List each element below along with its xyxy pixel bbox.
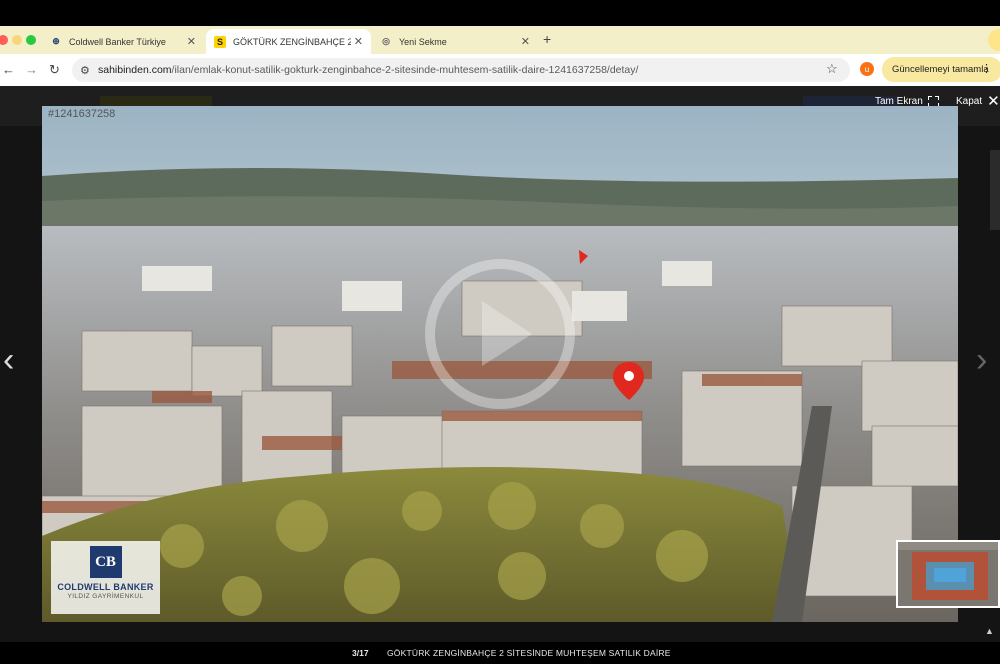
new-tab-plus-icon[interactable]: +	[543, 31, 551, 47]
close-tab-icon[interactable]: ✕	[187, 35, 196, 48]
tab-title: Yeni Sekme	[399, 36, 447, 47]
previous-photo-arrow-icon[interactable]: ‹	[3, 343, 14, 377]
tab-title: Coldwell Banker Türkiye	[69, 36, 166, 47]
photo-counter: 3/17	[352, 648, 369, 658]
close-tab-icon[interactable]: ✕	[354, 35, 363, 48]
back-icon[interactable]: ←	[2, 62, 15, 77]
forward-icon[interactable]: →	[25, 62, 38, 77]
tab-gokturk-listing[interactable]: S GÖKTÜRK ZENGİNBAHÇE 2 S ✕	[206, 29, 371, 54]
brand-name: COLDWELL BANKER	[57, 582, 154, 592]
site-info-icon[interactable]: ⚙	[80, 64, 90, 77]
tab-coldwell-banker[interactable]: ⊕ Coldwell Banker Türkiye ✕	[42, 29, 204, 54]
tab-bar: ⊕ Coldwell Banker Türkiye ✕ S GÖKTÜRK ZE…	[0, 26, 1000, 54]
chrome-icon: ◎	[382, 36, 390, 46]
listing-id: #1241637258	[48, 108, 116, 120]
minimize-window-icon[interactable]	[12, 35, 22, 45]
window-top-strip	[0, 0, 1000, 26]
listing-photo	[42, 106, 958, 622]
maximize-window-icon[interactable]	[26, 35, 36, 45]
update-button[interactable]: Güncellemeyi tamamla ⋮	[882, 57, 1000, 82]
brand-subtitle: YILDIZ GAYRİMENKUL	[67, 593, 144, 600]
extension-icon[interactable]: u	[860, 62, 874, 76]
tab-title: GÖKTÜRK ZENGİNBAHÇE 2 S	[233, 36, 351, 47]
thumbnail-active[interactable]	[896, 540, 1000, 608]
coldwell-banker-icon: ⊕	[52, 36, 60, 46]
close-lightbox-button[interactable]: Kapat ✕	[956, 92, 1000, 110]
scroll-up-icon[interactable]: ▲	[985, 626, 994, 636]
sahibinden-s-icon: S	[214, 35, 226, 48]
reload-icon[interactable]: ↻	[49, 62, 60, 78]
update-label: Güncellemeyi tamamla	[892, 64, 989, 75]
toolbar: ← → ↻ ⚙ sahibinden.com/ilan/emlak-konut-…	[0, 54, 1000, 86]
next-photo-arrow-icon[interactable]: ›	[976, 343, 987, 377]
address-bar[interactable]: ⚙ sahibinden.com/ilan/emlak-konut-satili…	[72, 58, 850, 82]
url-path: /ilan/emlak-konut-satilik-gokturk-zengin…	[171, 64, 639, 76]
close-tab-icon[interactable]: ✕	[521, 35, 530, 48]
cb-mark: CB	[89, 546, 122, 578]
close-label: Kapat	[956, 96, 983, 107]
bookmark-star-icon[interactable]: ☆	[826, 61, 838, 77]
close-icon: ✕	[987, 92, 1000, 110]
close-window-icon[interactable]	[0, 35, 8, 45]
caption-bar: 3/17 GÖKTÜRK ZENGİNBAHÇE 2 SİTESİNDE MUH…	[0, 642, 1000, 664]
menu-dots-icon[interactable]: ⋮	[981, 62, 992, 75]
photo-caption: GÖKTÜRK ZENGİNBAHÇE 2 SİTESİNDE MUHTEŞEM…	[387, 648, 671, 658]
thumbnail-partial[interactable]	[990, 150, 1000, 230]
coldwell-banker-logo: CB COLDWELL BANKER YILDIZ GAYRİMENKUL	[51, 541, 160, 614]
tab-new-tab[interactable]: ◎ Yeni Sekme ✕	[372, 29, 538, 54]
url-domain: sahibinden.com	[98, 64, 172, 76]
